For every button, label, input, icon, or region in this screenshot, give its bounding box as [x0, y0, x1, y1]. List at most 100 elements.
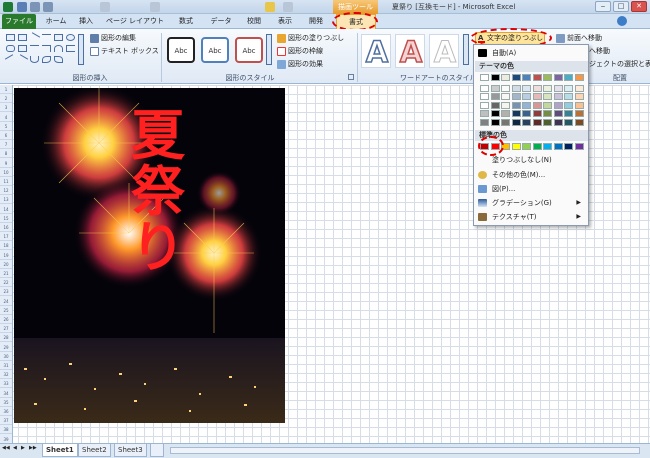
- theme-color-swatch[interactable]: [574, 84, 584, 92]
- row-number[interactable]: 35: [0, 398, 12, 407]
- oval-shape-icon[interactable]: [66, 34, 75, 41]
- curve-shape-icon[interactable]: [54, 45, 63, 52]
- theme-color-swatch[interactable]: [501, 118, 510, 126]
- theme-color-swatch[interactable]: [511, 101, 521, 109]
- help-icon[interactable]: [617, 16, 627, 26]
- save-icon[interactable]: [17, 2, 27, 12]
- shape-style-preset[interactable]: Abc: [235, 37, 263, 63]
- row-number[interactable]: 16: [0, 223, 12, 232]
- row-number[interactable]: 8: [0, 149, 12, 159]
- row-number[interactable]: 38: [0, 425, 12, 435]
- sheet-tab-3[interactable]: Sheet3: [114, 444, 147, 457]
- row-number[interactable]: 14: [0, 205, 12, 214]
- theme-color-swatch[interactable]: [480, 110, 489, 117]
- theme-color-swatch[interactable]: [490, 110, 500, 117]
- theme-color-swatch[interactable]: [501, 93, 510, 100]
- row-number[interactable]: 29: [0, 343, 12, 352]
- standard-color-swatch[interactable]: [511, 143, 521, 150]
- theme-color-swatch[interactable]: [553, 93, 563, 100]
- theme-color-swatch[interactable]: [511, 118, 521, 126]
- row-number[interactable]: 11: [0, 177, 12, 186]
- row-number[interactable]: 33: [0, 379, 12, 389]
- wordart-style-preset[interactable]: A: [395, 34, 425, 70]
- theme-color-swatch[interactable]: [574, 110, 584, 117]
- menu-item-picture[interactable]: 図(P)...: [476, 183, 587, 195]
- quick-access-icon[interactable]: [150, 2, 160, 12]
- standard-color-swatch[interactable]: [522, 143, 531, 150]
- theme-color-swatch[interactable]: [574, 101, 584, 109]
- row-number[interactable]: 15: [0, 214, 12, 223]
- standard-color-swatch[interactable]: [532, 143, 542, 150]
- line-shape-icon[interactable]: [30, 45, 39, 52]
- row-number[interactable]: 32: [0, 370, 12, 380]
- theme-color-swatch[interactable]: [543, 110, 552, 117]
- standard-color-swatch[interactable]: [574, 143, 584, 150]
- shape-gallery-more-icon[interactable]: [78, 34, 84, 65]
- sheet-tab-2[interactable]: Sheet2: [78, 444, 111, 457]
- tab-file[interactable]: ファイル: [2, 14, 36, 29]
- row-number[interactable]: 10: [0, 168, 12, 177]
- row-number[interactable]: 26: [0, 315, 12, 324]
- theme-color-swatch[interactable]: [564, 93, 573, 100]
- menu-item-auto[interactable]: 自動(A): [476, 47, 587, 59]
- theme-color-swatch[interactable]: [543, 101, 552, 109]
- theme-color-swatch[interactable]: [522, 101, 531, 109]
- row-number[interactable]: 23: [0, 287, 12, 297]
- quick-access-icon[interactable]: [265, 2, 275, 12]
- theme-color-swatch[interactable]: [532, 118, 542, 126]
- row-number[interactable]: 34: [0, 389, 12, 398]
- theme-color-swatch[interactable]: [511, 84, 521, 92]
- row-number[interactable]: 28: [0, 333, 12, 343]
- wordart-style-preset[interactable]: A: [361, 34, 391, 70]
- selection-pane-button[interactable]: ジェクトの選択と表示: [589, 59, 650, 69]
- row-number[interactable]: 21: [0, 269, 12, 278]
- theme-color-swatch[interactable]: [532, 110, 542, 117]
- theme-color-swatch[interactable]: [553, 110, 563, 117]
- theme-color-swatch[interactable]: [553, 118, 563, 126]
- tab-developer[interactable]: 開発: [303, 14, 329, 29]
- row-number[interactable]: 17: [0, 232, 12, 242]
- text-box-button[interactable]: テキスト ボックス: [101, 46, 159, 56]
- theme-color-swatch[interactable]: [553, 101, 563, 109]
- theme-color-swatch[interactable]: [543, 93, 552, 100]
- theme-color-swatch[interactable]: [522, 74, 531, 81]
- row-number[interactable]: 7: [0, 140, 12, 150]
- theme-color-swatch[interactable]: [501, 84, 510, 92]
- arrow-shape-icon[interactable]: [16, 54, 29, 65]
- shape-style-preset[interactable]: Abc: [201, 37, 229, 63]
- undo-icon[interactable]: [30, 2, 40, 12]
- row-number[interactable]: 24: [0, 297, 12, 306]
- theme-color-swatch[interactable]: [532, 101, 542, 109]
- row-number[interactable]: 13: [0, 195, 12, 205]
- arrow-shape-icon[interactable]: [42, 34, 51, 41]
- row-number[interactable]: 25: [0, 306, 12, 315]
- row-number[interactable]: 20: [0, 260, 12, 269]
- theme-color-swatch[interactable]: [532, 74, 542, 81]
- sheet-tab-1[interactable]: Sheet1: [42, 444, 78, 457]
- row-number[interactable]: 37: [0, 416, 12, 426]
- theme-color-swatch[interactable]: [522, 84, 531, 92]
- theme-color-swatch[interactable]: [574, 93, 584, 100]
- theme-color-swatch[interactable]: [564, 84, 573, 92]
- theme-color-swatch[interactable]: [490, 101, 500, 109]
- row-number[interactable]: 39: [0, 435, 12, 443]
- close-button[interactable]: ✕: [631, 1, 647, 12]
- menu-item-texture[interactable]: テクスチャ(T) ▶: [476, 211, 587, 223]
- row-number[interactable]: 3: [0, 103, 12, 113]
- theme-color-swatch[interactable]: [543, 118, 552, 126]
- row-number[interactable]: 4: [0, 113, 12, 122]
- theme-color-swatch[interactable]: [490, 74, 500, 81]
- scribble-shape-icon[interactable]: [54, 56, 63, 63]
- rectangle-shape-icon[interactable]: [6, 34, 15, 41]
- tab-home[interactable]: ホーム: [40, 14, 72, 29]
- send-backward-button[interactable]: へ移動: [589, 46, 610, 56]
- shape-effects-button[interactable]: 図形の効果: [288, 59, 323, 69]
- elbow-connector-icon[interactable]: [42, 45, 51, 52]
- quick-access-icon[interactable]: [283, 2, 293, 12]
- sheet-nav-last[interactable]: ▶▶: [29, 445, 37, 451]
- curve-shape-icon[interactable]: [30, 56, 39, 63]
- theme-color-swatch[interactable]: [480, 84, 489, 92]
- bring-forward-button[interactable]: 前面へ移動: [567, 33, 602, 43]
- standard-color-swatch[interactable]: [553, 143, 563, 150]
- row-number[interactable]: 2: [0, 94, 12, 104]
